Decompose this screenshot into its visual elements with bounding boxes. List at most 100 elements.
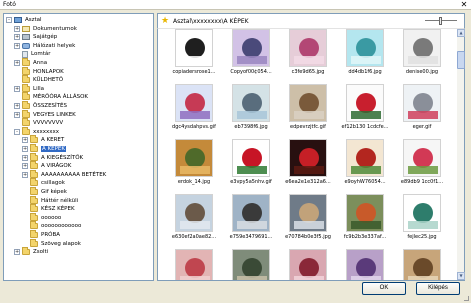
thumbnail-image[interactable] bbox=[175, 194, 213, 232]
thumbnail-image[interactable] bbox=[403, 139, 441, 177]
thumbnail-image[interactable] bbox=[232, 249, 270, 280]
thumbnail-item[interactable]: Copyof00¢054... bbox=[223, 29, 279, 80]
thumbnail-item[interactable]: e89db9 1cc0f1... bbox=[394, 139, 450, 190]
thumbnail-image[interactable] bbox=[346, 84, 384, 122]
ok-button[interactable]: OK bbox=[362, 282, 406, 295]
thumbnail-image[interactable] bbox=[289, 139, 327, 177]
expand-icon[interactable]: + bbox=[14, 111, 20, 118]
tree-item[interactable]: + A KÉPEK bbox=[22, 144, 66, 153]
resize-grip-icon[interactable] bbox=[464, 296, 469, 301]
tree-item[interactable]: Lomtár bbox=[14, 50, 50, 58]
thumbnail-image[interactable] bbox=[403, 249, 441, 280]
close-icon[interactable]: ✕ bbox=[459, 0, 469, 9]
thumbnail-item[interactable]: e70784b0e3f5.jpg bbox=[280, 194, 336, 245]
thumbnail-image[interactable] bbox=[346, 29, 384, 67]
thumbnail-item[interactable] bbox=[394, 249, 450, 280]
thumbnail-item[interactable]: e3vpy5a5nhv.gif bbox=[223, 139, 279, 190]
expand-icon[interactable]: + bbox=[14, 249, 20, 256]
scroll-down-arrow-icon[interactable]: ▼ bbox=[457, 272, 465, 280]
tree-item[interactable]: csillagok bbox=[22, 178, 65, 187]
tree-item[interactable]: Szöveg alapok bbox=[22, 238, 81, 248]
scrollbar-thumb[interactable] bbox=[457, 51, 465, 69]
thumbnail-image[interactable] bbox=[403, 194, 441, 232]
thumbnail-item[interactable]: c3fe9d65.jpg bbox=[280, 29, 336, 80]
thumbnail-item[interactable] bbox=[166, 249, 222, 280]
tree-item[interactable]: + A KERET bbox=[22, 135, 64, 144]
tree-item[interactable]: oooooo bbox=[22, 212, 61, 222]
expand-icon[interactable]: + bbox=[22, 163, 28, 170]
thumbnail-image[interactable] bbox=[175, 249, 213, 280]
tree-item[interactable]: - xxxxxxxx bbox=[14, 126, 59, 136]
expand-icon[interactable]: + bbox=[14, 34, 20, 41]
tree-item[interactable]: + Anna bbox=[14, 58, 47, 67]
tree-item[interactable]: + Zsolti bbox=[14, 247, 48, 256]
thumbnail-item[interactable]: denise00.jpg bbox=[394, 29, 450, 80]
thumbnail-gallery[interactable]: copiadersrose1... Copyof00¢054... c3fe9d65… bbox=[157, 29, 457, 281]
thumbnail-item[interactable]: fejlec25.jpg bbox=[394, 194, 450, 245]
scroll-up-arrow-icon[interactable]: ▲ bbox=[457, 29, 465, 37]
thumbnail-image[interactable] bbox=[403, 84, 441, 122]
thumbnail-item[interactable]: fc9b2b3e337af... bbox=[337, 194, 393, 245]
tree-item[interactable]: PRÓBA bbox=[22, 230, 60, 239]
thumbnail-image[interactable] bbox=[175, 84, 213, 122]
expand-icon[interactable]: + bbox=[14, 25, 20, 32]
tree-item[interactable]: Gif képek bbox=[22, 187, 67, 196]
folder-tree[interactable]: - Asztal + Dokumentumok + Sajátgép + Hálózati h… bbox=[3, 13, 154, 281]
thumbnail-item[interactable] bbox=[337, 249, 393, 280]
expand-icon[interactable]: + bbox=[14, 85, 20, 92]
thumbnail-size-slider-thumb[interactable] bbox=[439, 17, 442, 25]
tree-item[interactable]: + Lilla bbox=[14, 83, 44, 93]
tree-item[interactable]: + Sajátgép bbox=[14, 33, 57, 41]
thumbnail-image[interactable] bbox=[289, 249, 327, 280]
thumbnail-item[interactable]: eb7398f6.jpg bbox=[223, 84, 279, 135]
thumbnail-image[interactable] bbox=[346, 139, 384, 177]
tree-item[interactable]: - Asztal bbox=[6, 16, 42, 24]
thumbnail-image[interactable] bbox=[346, 194, 384, 232]
expand-icon[interactable]: + bbox=[14, 42, 20, 49]
thumbnail-item[interactable]: eger.gif bbox=[394, 84, 450, 135]
thumbnail-item[interactable]: e6ea2e1e312a6... bbox=[280, 139, 336, 190]
thumbnail-item[interactable] bbox=[280, 249, 336, 280]
thumbnail-image[interactable] bbox=[232, 194, 270, 232]
thumbnail-item[interactable]: e9oyhW76054... bbox=[337, 139, 393, 190]
thumbnail-item[interactable]: ef12b130 1cdcfe... bbox=[337, 84, 393, 135]
exit-button[interactable]: Kilépés bbox=[416, 282, 460, 295]
thumbnail-item[interactable]: dd4db1f6.jpg bbox=[337, 29, 393, 80]
thumbnail-item[interactable] bbox=[223, 249, 279, 280]
collapse-icon[interactable]: - bbox=[6, 17, 12, 23]
expand-icon[interactable]: + bbox=[14, 60, 20, 66]
thumbnail-image[interactable] bbox=[289, 194, 327, 232]
thumbnail-image[interactable] bbox=[232, 29, 270, 67]
thumbnail-image[interactable] bbox=[232, 84, 270, 122]
thumbnail-detail bbox=[294, 111, 324, 119]
favorite-star-icon[interactable]: ★ bbox=[161, 16, 169, 26]
thumbnail-image[interactable] bbox=[403, 29, 441, 67]
collapse-icon[interactable]: - bbox=[14, 128, 20, 135]
folder-icon bbox=[30, 152, 38, 161]
thumbnail-image[interactable] bbox=[289, 84, 327, 122]
thumbnail-item[interactable]: erdok_14.jpg bbox=[166, 139, 222, 190]
tree-item[interactable]: + Hálózati helyek bbox=[14, 42, 75, 50]
tree-item-label: csillagok bbox=[41, 180, 65, 187]
expand-icon[interactable]: + bbox=[22, 146, 28, 152]
thumbnail-image[interactable] bbox=[346, 249, 384, 280]
tree-item-label: Gif képek bbox=[41, 189, 67, 195]
thumbnail-image[interactable] bbox=[175, 29, 213, 67]
thumbnail-item[interactable]: e630ef2a0ae82... bbox=[166, 194, 222, 245]
thumbnail-item[interactable]: e759e3479691... bbox=[223, 194, 279, 245]
thumbnail-image[interactable] bbox=[289, 29, 327, 67]
thumbnail-image[interactable] bbox=[232, 139, 270, 177]
expand-icon[interactable]: + bbox=[22, 154, 28, 161]
tree-item[interactable]: + Dokumentumok bbox=[14, 25, 77, 33]
thumbnail-image[interactable] bbox=[175, 139, 213, 177]
expand-icon[interactable]: + bbox=[22, 171, 28, 178]
thumbnail-detail bbox=[294, 166, 324, 174]
expand-icon[interactable]: + bbox=[22, 137, 28, 144]
thumbnail-item[interactable]: dgc4ysdahpvs.gif bbox=[166, 84, 222, 135]
thumbnail-detail bbox=[180, 56, 210, 64]
expand-icon[interactable]: + bbox=[14, 103, 20, 109]
thumbnail-item[interactable]: copiadersrose1... bbox=[166, 29, 222, 80]
thumbnail-item[interactable]: edpevrzjtfc.gif bbox=[280, 84, 336, 135]
gallery-scrollbar[interactable]: ▲ ▼ bbox=[457, 29, 465, 281]
